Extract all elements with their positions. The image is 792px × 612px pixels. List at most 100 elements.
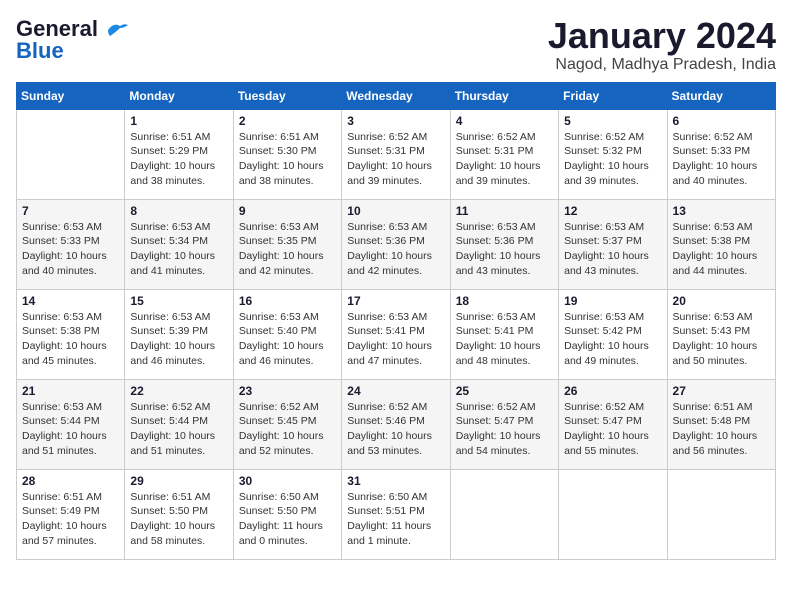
day-info: Sunrise: 6:51 AMSunset: 5:49 PMDaylight:…	[22, 490, 119, 549]
day-info: Sunrise: 6:52 AMSunset: 5:31 PMDaylight:…	[347, 130, 444, 189]
day-info: Sunrise: 6:52 AMSunset: 5:31 PMDaylight:…	[456, 130, 553, 189]
page-header: General Blue January 2024 Nagod, Madhya …	[16, 16, 776, 74]
calendar-cell: 24 Sunrise: 6:52 AMSunset: 5:46 PMDayligh…	[342, 379, 450, 469]
header-wednesday: Wednesday	[342, 82, 450, 109]
day-info: Sunrise: 6:53 AMSunset: 5:42 PMDaylight:…	[564, 310, 661, 369]
day-info: Sunrise: 6:53 AMSunset: 5:33 PMDaylight:…	[22, 220, 119, 279]
day-number: 15	[130, 294, 227, 308]
calendar-cell: 29 Sunrise: 6:51 AMSunset: 5:50 PMDayligh…	[125, 469, 233, 559]
day-number: 9	[239, 204, 336, 218]
calendar-table: SundayMondayTuesdayWednesdayThursdayFrid…	[16, 82, 776, 560]
calendar-cell: 17Sunrise: 6:53 AMSunset: 5:41 PMDayligh…	[342, 289, 450, 379]
day-info: Sunrise: 6:53 AMSunset: 5:38 PMDaylight:…	[22, 310, 119, 369]
day-number: 16	[239, 294, 336, 308]
header-tuesday: Tuesday	[233, 82, 341, 109]
calendar-cell: 28 Sunrise: 6:51 AMSunset: 5:49 PMDayligh…	[17, 469, 125, 559]
day-number: 25	[456, 384, 553, 398]
day-info: Sunrise: 6:52 AMSunset: 5:47 PMDaylight:…	[456, 400, 553, 459]
day-info: Sunrise: 6:50 AMSunset: 5:51 PMDaylight:…	[347, 490, 444, 549]
calendar-cell: 27Sunrise: 6:51 AMSunset: 5:48 PMDayligh…	[667, 379, 775, 469]
day-number: 17	[347, 294, 444, 308]
day-info: Sunrise: 6:53 AMSunset: 5:35 PMDaylight:…	[239, 220, 336, 279]
month-title: January 2024	[548, 16, 776, 56]
calendar-cell: 26 Sunrise: 6:52 AMSunset: 5:47 PMDayligh…	[559, 379, 667, 469]
location-title: Nagod, Madhya Pradesh, India	[548, 56, 776, 74]
calendar-cell: 5Sunrise: 6:52 AMSunset: 5:32 PMDaylight…	[559, 109, 667, 199]
calendar-cell: 19 Sunrise: 6:53 AMSunset: 5:42 PMDayligh…	[559, 289, 667, 379]
calendar-week-2: 7 Sunrise: 6:53 AMSunset: 5:33 PMDaylight…	[17, 199, 776, 289]
calendar-cell: 10 Sunrise: 6:53 AMSunset: 5:36 PMDayligh…	[342, 199, 450, 289]
day-number: 29	[130, 474, 227, 488]
day-number: 13	[673, 204, 770, 218]
day-number: 26	[564, 384, 661, 398]
day-info: Sunrise: 6:52 AMSunset: 5:33 PMDaylight:…	[673, 130, 770, 189]
logo: General Blue	[16, 16, 128, 64]
day-number: 30	[239, 474, 336, 488]
calendar-cell: 21 Sunrise: 6:53 AMSunset: 5:44 PMDayligh…	[17, 379, 125, 469]
calendar-week-4: 21 Sunrise: 6:53 AMSunset: 5:44 PMDayligh…	[17, 379, 776, 469]
day-number: 24	[347, 384, 444, 398]
day-number: 6	[673, 114, 770, 128]
day-number: 28	[22, 474, 119, 488]
calendar-cell: 18Sunrise: 6:53 AMSunset: 5:41 PMDayligh…	[450, 289, 558, 379]
day-number: 2	[239, 114, 336, 128]
day-info: Sunrise: 6:53 AMSunset: 5:44 PMDaylight:…	[22, 400, 119, 459]
calendar-cell	[17, 109, 125, 199]
day-number: 19	[564, 294, 661, 308]
calendar-cell: 1Sunrise: 6:51 AMSunset: 5:29 PMDaylight…	[125, 109, 233, 199]
day-info: Sunrise: 6:53 AMSunset: 5:37 PMDaylight:…	[564, 220, 661, 279]
day-number: 22	[130, 384, 227, 398]
header-saturday: Saturday	[667, 82, 775, 109]
day-number: 5	[564, 114, 661, 128]
calendar-cell: 22Sunrise: 6:52 AMSunset: 5:44 PMDayligh…	[125, 379, 233, 469]
day-number: 31	[347, 474, 444, 488]
calendar-cell: 14 Sunrise: 6:53 AMSunset: 5:38 PMDayligh…	[17, 289, 125, 379]
calendar-cell: 2 Sunrise: 6:51 AMSunset: 5:30 PMDaylight…	[233, 109, 341, 199]
day-info: Sunrise: 6:51 AMSunset: 5:30 PMDaylight:…	[239, 130, 336, 189]
day-info: Sunrise: 6:51 AMSunset: 5:50 PMDaylight:…	[130, 490, 227, 549]
calendar-cell: 20 Sunrise: 6:53 AMSunset: 5:43 PMDayligh…	[667, 289, 775, 379]
day-info: Sunrise: 6:53 AMSunset: 5:39 PMDaylight:…	[130, 310, 227, 369]
calendar-cell: 9 Sunrise: 6:53 AMSunset: 5:35 PMDaylight…	[233, 199, 341, 289]
day-info: Sunrise: 6:52 AMSunset: 5:47 PMDaylight:…	[564, 400, 661, 459]
logo-text-blue: Blue	[16, 38, 64, 64]
day-number: 11	[456, 204, 553, 218]
calendar-cell: 8 Sunrise: 6:53 AMSunset: 5:34 PMDaylight…	[125, 199, 233, 289]
calendar-cell: 11Sunrise: 6:53 AMSunset: 5:36 PMDayligh…	[450, 199, 558, 289]
day-number: 4	[456, 114, 553, 128]
header-sunday: Sunday	[17, 82, 125, 109]
day-info: Sunrise: 6:53 AMSunset: 5:38 PMDaylight:…	[673, 220, 770, 279]
day-number: 21	[22, 384, 119, 398]
calendar-week-5: 28 Sunrise: 6:51 AMSunset: 5:49 PMDayligh…	[17, 469, 776, 559]
calendar-cell: 4 Sunrise: 6:52 AMSunset: 5:31 PMDaylight…	[450, 109, 558, 199]
day-info: Sunrise: 6:52 AMSunset: 5:45 PMDaylight:…	[239, 400, 336, 459]
day-number: 3	[347, 114, 444, 128]
day-number: 7	[22, 204, 119, 218]
calendar-cell: 16 Sunrise: 6:53 AMSunset: 5:40 PMDayligh…	[233, 289, 341, 379]
day-number: 10	[347, 204, 444, 218]
day-number: 20	[673, 294, 770, 308]
title-area: January 2024 Nagod, Madhya Pradesh, Indi…	[548, 16, 776, 74]
calendar-cell: 13 Sunrise: 6:53 AMSunset: 5:38 PMDayligh…	[667, 199, 775, 289]
day-info: Sunrise: 6:53 AMSunset: 5:34 PMDaylight:…	[130, 220, 227, 279]
day-number: 14	[22, 294, 119, 308]
header-thursday: Thursday	[450, 82, 558, 109]
calendar-cell: 31 Sunrise: 6:50 AMSunset: 5:51 PMDayligh…	[342, 469, 450, 559]
header-friday: Friday	[559, 82, 667, 109]
day-info: Sunrise: 6:52 AMSunset: 5:46 PMDaylight:…	[347, 400, 444, 459]
calendar-week-1: 1Sunrise: 6:51 AMSunset: 5:29 PMDaylight…	[17, 109, 776, 199]
calendar-cell: 15 Sunrise: 6:53 AMSunset: 5:39 PMDayligh…	[125, 289, 233, 379]
day-info: Sunrise: 6:53 AMSunset: 5:43 PMDaylight:…	[673, 310, 770, 369]
calendar-cell: 6 Sunrise: 6:52 AMSunset: 5:33 PMDaylight…	[667, 109, 775, 199]
day-info: Sunrise: 6:53 AMSunset: 5:40 PMDaylight:…	[239, 310, 336, 369]
day-number: 8	[130, 204, 227, 218]
calendar-header-row: SundayMondayTuesdayWednesdayThursdayFrid…	[17, 82, 776, 109]
calendar-cell	[450, 469, 558, 559]
logo-bird-icon	[106, 22, 128, 38]
day-info: Sunrise: 6:50 AMSunset: 5:50 PMDaylight:…	[239, 490, 336, 549]
day-number: 12	[564, 204, 661, 218]
day-info: Sunrise: 6:53 AMSunset: 5:41 PMDaylight:…	[456, 310, 553, 369]
day-info: Sunrise: 6:53 AMSunset: 5:36 PMDaylight:…	[347, 220, 444, 279]
calendar-week-3: 14 Sunrise: 6:53 AMSunset: 5:38 PMDayligh…	[17, 289, 776, 379]
day-info: Sunrise: 6:51 AMSunset: 5:29 PMDaylight:…	[130, 130, 227, 189]
